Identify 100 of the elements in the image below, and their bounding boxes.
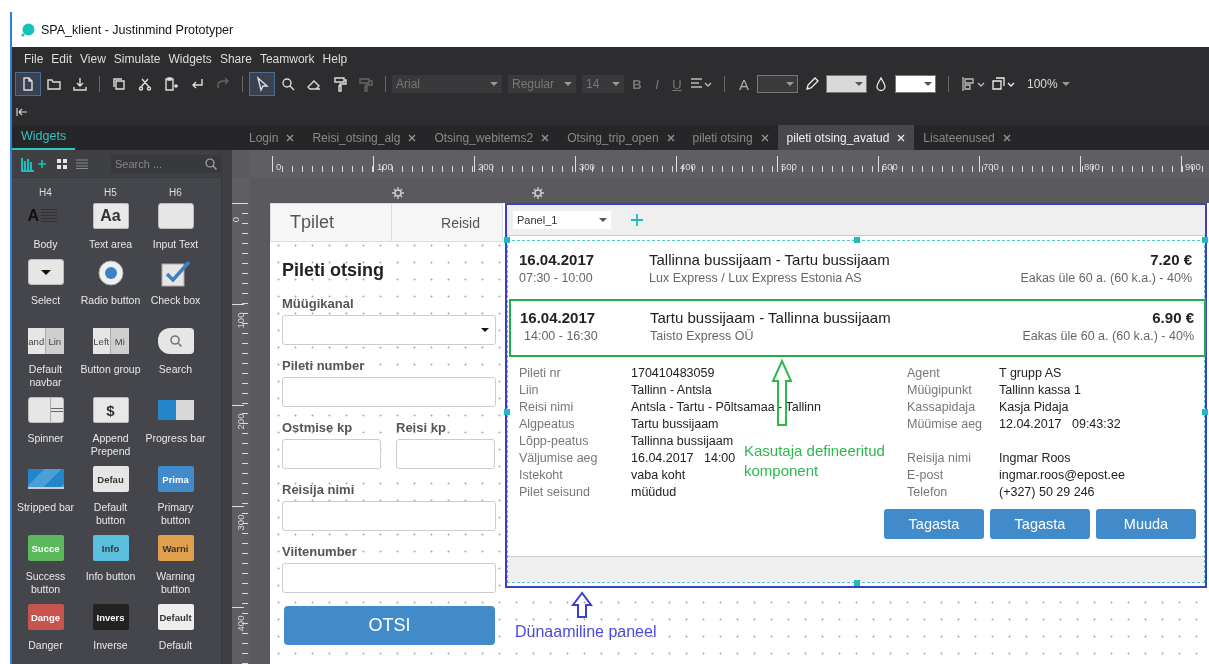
progress-bar-widget-icon[interactable] xyxy=(157,400,194,420)
widget-label: Radio button xyxy=(79,294,142,307)
ruler-number: 600 xyxy=(881,161,898,172)
line-color-dropdown[interactable] xyxy=(826,75,867,93)
detail-label: Istekoht xyxy=(519,467,563,484)
widget-label: Search xyxy=(157,363,194,376)
tool-button[interactable] xyxy=(15,72,41,96)
striped-bar-widget-icon[interactable] xyxy=(27,469,64,489)
add-library-icon[interactable] xyxy=(20,155,48,172)
grid-view-icon[interactable] xyxy=(57,158,67,169)
button-widget-icon[interactable]: Dange xyxy=(27,604,64,630)
collapse-panel-icon[interactable] xyxy=(16,106,28,117)
copy-icon xyxy=(111,76,127,92)
list-view-icon[interactable] xyxy=(76,158,88,169)
trip-operator: Taisto Express OÜ xyxy=(650,329,755,343)
tool-button[interactable] xyxy=(249,72,275,96)
action-button[interactable]: Tagasta xyxy=(884,509,984,539)
fill-color-dropdown[interactable] xyxy=(895,75,936,93)
resize-handle[interactable] xyxy=(854,237,860,243)
menu-item[interactable]: File xyxy=(20,51,48,66)
document-tab[interactable]: Login xyxy=(240,125,304,150)
detail-label: Reisija nimi xyxy=(907,450,971,467)
button-group-widget-icon[interactable]: Left Mi xyxy=(92,328,129,354)
document-tab[interactable]: pileti otsing xyxy=(683,125,778,150)
menu-item[interactable]: Widgets xyxy=(164,51,216,66)
zoom-icon xyxy=(280,76,296,92)
app-logo-icon xyxy=(21,22,35,37)
document-tab[interactable]: Reisi_otsing_alg xyxy=(303,125,426,150)
close-icon[interactable] xyxy=(408,133,417,142)
paint-roller-icon xyxy=(358,76,374,92)
spinner-widget-icon[interactable] xyxy=(27,397,64,423)
close-icon[interactable] xyxy=(541,133,550,142)
pencil-icon[interactable] xyxy=(804,76,820,92)
resize-handle[interactable] xyxy=(1202,409,1208,415)
detail-label: Müümise aeg xyxy=(907,416,983,433)
document-tab[interactable]: Otsing_webitems2 xyxy=(425,125,559,150)
button-widget-icon[interactable]: Prima xyxy=(157,466,194,492)
app-tab[interactable]: Tpilet xyxy=(271,204,392,241)
input-widget-icon[interactable] xyxy=(157,203,194,229)
trip-row[interactable]: 16.04.2017 14:00 - 16:30 Tartu bussijaam - Tallinna bussijaam Taisto Express OÜ 6.90 € Eakas üle 60 a. (60 k.a.) - 40% xyxy=(509,299,1206,357)
button-widget-icon[interactable]: Invers xyxy=(92,604,129,630)
button-widget-icon[interactable]: Defau xyxy=(92,466,129,492)
append-widget-icon[interactable]: $ xyxy=(92,397,129,423)
detail-value: Tallinna bussijaam xyxy=(631,433,734,450)
detail-value: Ingmar Roos xyxy=(999,450,1071,467)
button-widget-icon[interactable]: Info xyxy=(92,535,129,561)
widget-label: Button group xyxy=(79,363,142,376)
close-icon[interactable] xyxy=(760,133,769,142)
action-button[interactable]: Tagasta xyxy=(990,509,1090,539)
panel-dropdown[interactable]: Panel_1 xyxy=(513,211,611,229)
menu-item[interactable]: Teamwork xyxy=(255,51,319,66)
resize-handle[interactable] xyxy=(504,237,510,243)
widget-label: Inverse xyxy=(92,639,129,652)
search-button[interactable]: OTSI xyxy=(284,606,495,645)
new-file-icon xyxy=(20,76,36,92)
search-widget-icon[interactable] xyxy=(157,328,194,354)
resize-handle[interactable] xyxy=(854,580,860,586)
detail-value: (+327) 50 29 246 xyxy=(999,484,1095,501)
document-tab[interactable]: Lisateenused xyxy=(914,125,1020,150)
text-color-dropdown[interactable] xyxy=(757,75,798,93)
button-widget-icon[interactable]: Default xyxy=(157,604,194,630)
drop-icon[interactable] xyxy=(873,76,889,92)
radio-widget-icon[interactable] xyxy=(96,259,125,287)
button-widget-icon[interactable]: Warni xyxy=(157,535,194,561)
text-area-widget-icon[interactable]: Aa xyxy=(92,203,129,229)
align-objects-icon[interactable] xyxy=(961,76,985,92)
close-icon[interactable] xyxy=(666,133,675,142)
input-field[interactable] xyxy=(396,439,495,469)
widget-label: Warning button xyxy=(155,570,196,596)
input-field[interactable] xyxy=(282,563,496,593)
settings-icon[interactable] xyxy=(392,187,404,199)
detail-value: Tartu bussijaam xyxy=(631,416,719,433)
search-field[interactable]: Search ... xyxy=(111,154,221,173)
settings-icon[interactable] xyxy=(532,187,544,199)
menu-item[interactable]: Edit xyxy=(47,51,77,66)
close-icon[interactable] xyxy=(1002,133,1011,142)
resize-handle[interactable] xyxy=(1202,237,1208,243)
widget-label: Success button xyxy=(24,570,67,596)
action-button[interactable]: Muuda xyxy=(1096,509,1196,539)
select-widget-icon[interactable] xyxy=(27,259,64,285)
close-icon[interactable] xyxy=(286,133,295,142)
menu-item[interactable]: Share xyxy=(215,51,256,66)
resize-handle[interactable] xyxy=(504,409,510,415)
trip-row[interactable]: 16.04.2017 07:30 - 10:00 Tallinna bussijaam - Tartu bussijaam Lux Express / Lux Express Estonia AS 7.20 € Eakas üle 60 a. (60 k.a.) - 40% xyxy=(508,241,1204,299)
menu-item[interactable]: View xyxy=(76,51,110,66)
checkbox-widget-icon[interactable] xyxy=(160,259,191,287)
widget-label: Check box xyxy=(149,294,202,307)
document-tab[interactable]: pileti otsing_avatud xyxy=(777,125,915,150)
widget-label: Danger xyxy=(27,639,64,652)
document-tab[interactable]: Otsing_trip_open xyxy=(558,125,684,150)
input-field[interactable] xyxy=(282,377,496,407)
select-field[interactable] xyxy=(282,315,496,345)
button-group-widget-icon[interactable]: and Lin xyxy=(27,328,64,354)
menu-item[interactable]: Help xyxy=(318,51,352,66)
input-field[interactable] xyxy=(282,439,381,469)
app-tab[interactable]: Reisid xyxy=(392,204,502,241)
align-icon[interactable] xyxy=(690,77,712,91)
menu-item[interactable]: Simulate xyxy=(109,51,165,66)
layers-icon[interactable] xyxy=(991,76,1015,92)
input-field[interactable] xyxy=(282,501,496,531)
